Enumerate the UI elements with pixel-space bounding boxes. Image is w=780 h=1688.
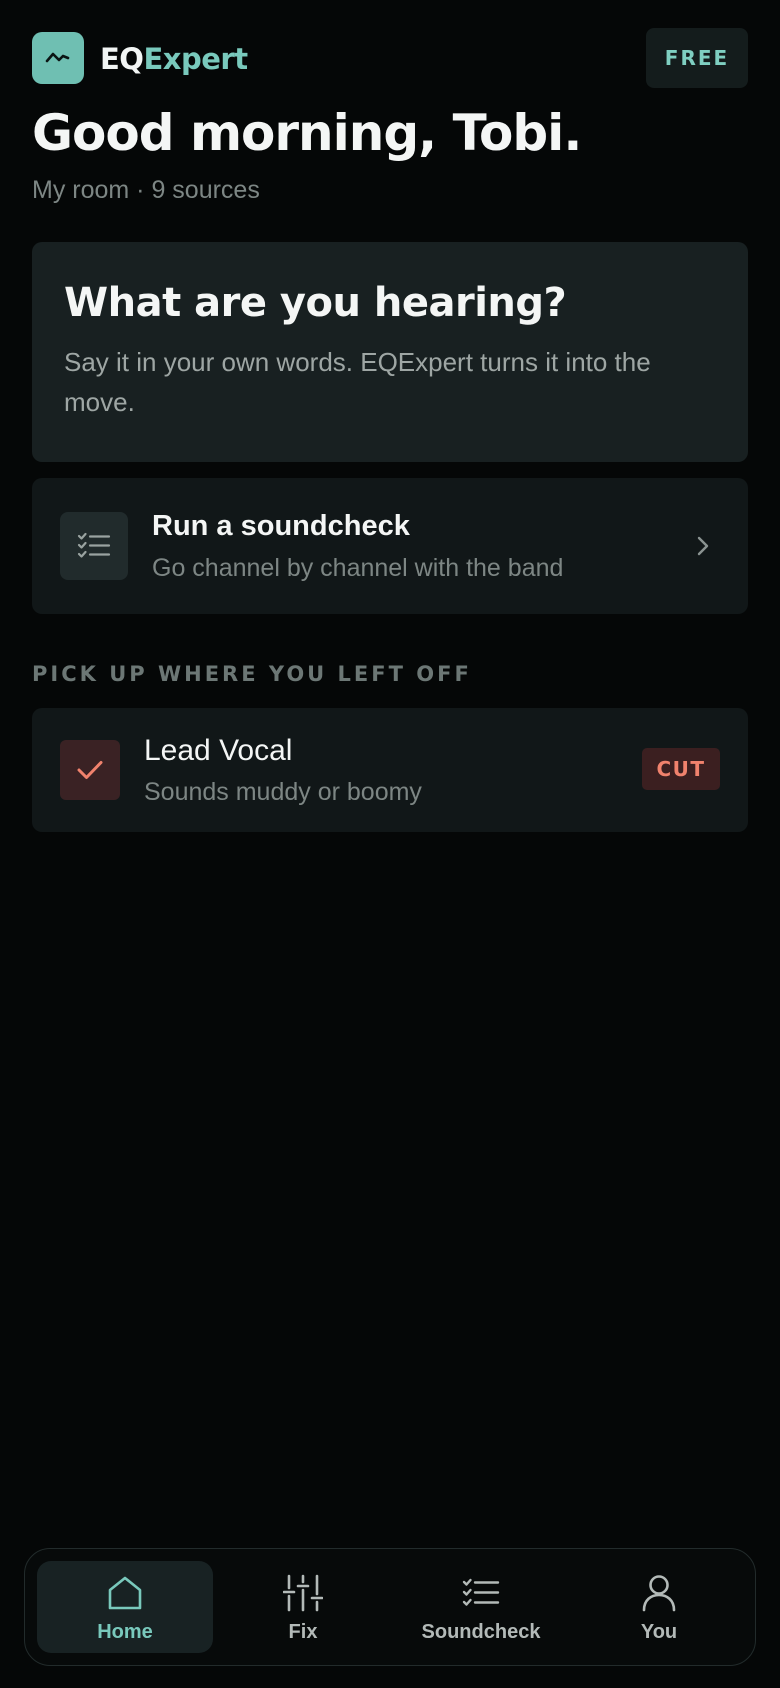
room-summary[interactable]: My room · 9 sources [32,176,260,205]
cut-badge: CUT [642,748,720,790]
describe-problem-card[interactable]: What are you hearing? Say it in your own… [32,242,748,462]
home-icon [103,1573,147,1613]
tab-home[interactable]: Home [37,1561,213,1653]
waveform-icon [32,32,84,84]
chevron-right-icon [688,530,718,562]
checklist-icon [459,1573,503,1613]
checklist-icon [60,512,128,580]
sliders-icon [281,1573,325,1613]
run-soundcheck-subtitle: Go channel by channel with the band [152,554,564,582]
tab-you[interactable]: You [571,1561,747,1653]
resume-item-title: Lead Vocal [144,734,293,767]
resume-item-subtitle: Sounds muddy or boomy [144,778,422,806]
brand-prefix: EQ [100,42,144,76]
bottom-tab-bar: Home Fix Soundcheck You [24,1548,756,1666]
check-icon [60,740,120,800]
run-soundcheck-card[interactable]: Run a soundcheck Go channel by channel w… [32,478,748,614]
brand-suffix: Expert [143,42,248,76]
tab-fix-label: Fix [288,1621,318,1643]
tab-home-label: Home [97,1621,153,1643]
tab-you-label: You [640,1621,678,1643]
describe-problem-body: Say it in your own words. EQExpert turns… [64,347,651,417]
app-header: EQExpert FREE [32,28,748,88]
tab-fix[interactable]: Fix [215,1561,391,1653]
resume-section-label: PICK UP WHERE YOU LEFT OFF [32,662,472,686]
user-icon [637,1573,681,1613]
describe-problem-title: What are you hearing? [64,280,567,326]
app-brand: EQExpert [100,42,248,76]
run-soundcheck-title: Run a soundcheck [152,510,410,542]
plan-badge[interactable]: FREE [646,28,748,88]
tab-soundcheck-label: Soundcheck [421,1621,541,1643]
page-title: Good morning, Tobi. [32,104,582,162]
tab-soundcheck[interactable]: Soundcheck [393,1561,569,1653]
resume-item-lead-vocal[interactable]: Lead Vocal Sounds muddy or boomy CUT [32,708,748,832]
